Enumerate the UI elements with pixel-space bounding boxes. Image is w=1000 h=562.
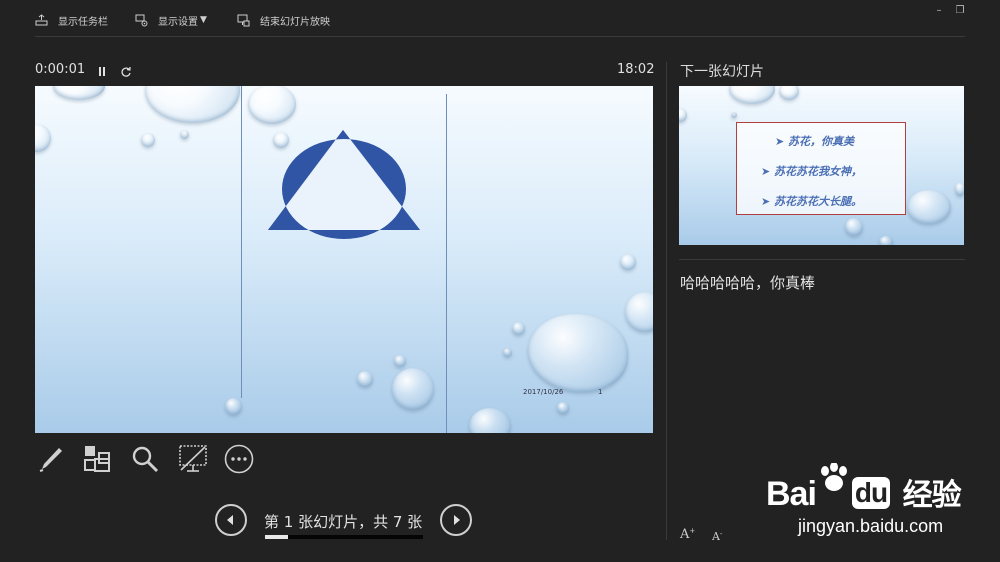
slide-counter: 第 1 张幻灯片，共 7 张 [264, 513, 423, 531]
notes-divider [679, 259, 965, 260]
chevron-left-icon [227, 515, 233, 525]
show-taskbar-button[interactable]: 显示任务栏 [35, 11, 108, 29]
watermark-logo: Bai du 经验 [766, 463, 962, 514]
water-drop [879, 236, 893, 245]
elapsed-time: 0:00:01 [35, 62, 86, 77]
water-drop [679, 108, 687, 122]
water-drop [512, 322, 525, 335]
show-taskbar-label: 显示任务栏 [58, 16, 108, 28]
font-decrease-icon: A [712, 530, 720, 543]
water-drop [248, 86, 296, 124]
water-drop [779, 86, 799, 100]
next-slide-textbox: ➤ 苏花，你真美 ➤ 苏花苏花我女神， ➤ 苏花苏花大长腿。 [736, 122, 906, 215]
magnifier-icon [132, 446, 159, 473]
slides-grid-icon [84, 446, 110, 472]
water-drop [392, 368, 434, 410]
water-drop [273, 132, 289, 148]
minimize-button[interactable]: – [932, 4, 946, 16]
screen-off-icon [179, 445, 207, 472]
next-slide-label: 下一张幻灯片 [680, 64, 764, 80]
water-drop [180, 130, 189, 139]
refresh-icon [121, 66, 131, 77]
taskbar-icon [35, 14, 48, 26]
pause-icon [99, 67, 105, 76]
water-drop [729, 86, 775, 104]
slide-progress-fill [265, 535, 288, 539]
slide-divider [446, 94, 447, 433]
chevron-down-icon: ▼ [200, 15, 207, 25]
next-slide-line: ➤ 苏花，你真美 [775, 135, 855, 148]
water-drop [357, 371, 373, 387]
toolbar-divider [35, 36, 965, 37]
restore-button[interactable]: ❐ [953, 4, 967, 16]
end-slideshow-label: 结束幻灯片放映 [260, 16, 330, 28]
water-drop [469, 408, 511, 433]
ellipsis-icon [224, 444, 254, 474]
water-drop [225, 398, 242, 415]
end-slideshow-button[interactable]: 结束幻灯片放映 [237, 11, 330, 29]
pen-icon [39, 448, 62, 472]
increase-font-button[interactable]: A+ [680, 527, 695, 542]
next-slide-line: ➤ 苏花苏花我女神， [761, 165, 863, 178]
water-drop [625, 292, 653, 332]
clock: 18:02 [617, 62, 655, 77]
monitor-settings-icon [135, 14, 148, 26]
font-increase-icon: A [680, 527, 690, 542]
water-drop [731, 112, 737, 118]
plus-icon: + [689, 527, 696, 535]
pen-tool-button[interactable] [34, 442, 68, 476]
display-settings-label: 显示设置 [158, 16, 198, 28]
water-drop [955, 182, 964, 196]
more-options-button[interactable] [222, 442, 256, 476]
watermark-url: jingyan.baidu.com [798, 516, 944, 536]
decrease-font-button[interactable]: A- [712, 530, 722, 543]
slide-divider [241, 86, 242, 398]
water-drop [53, 86, 105, 100]
water-drop [394, 355, 406, 367]
slide-date: 2017/10/26 [523, 388, 564, 396]
speaker-notes: 哈哈哈哈哈，你真棒 [680, 274, 816, 292]
see-all-slides-button[interactable] [80, 442, 114, 476]
minimize-icon: – [936, 4, 942, 16]
water-drop [503, 348, 512, 357]
water-drop [620, 254, 636, 270]
water-drop [528, 314, 628, 392]
display-settings-button[interactable]: 显示设置 ▼ [135, 11, 207, 29]
reset-timer-button[interactable] [120, 63, 134, 77]
water-drop [145, 86, 240, 123]
paw-icon [817, 463, 851, 509]
black-screen-button[interactable] [176, 442, 210, 476]
minus-icon: - [719, 530, 723, 538]
water-drop [907, 190, 951, 224]
next-slide-line: ➤ 苏花苏花大长腿。 [761, 195, 863, 208]
slide-progress [265, 535, 423, 539]
slide-number: 1 [598, 388, 603, 396]
end-show-icon [237, 14, 250, 26]
previous-slide-button[interactable] [215, 504, 247, 536]
current-slide[interactable]: 2017/10/26 1 [35, 86, 653, 433]
next-slide-button[interactable] [440, 504, 472, 536]
pane-divider [666, 62, 667, 540]
pause-button[interactable] [97, 63, 109, 77]
water-drop [35, 124, 51, 152]
chevron-right-icon [454, 515, 460, 525]
water-drop [845, 218, 863, 236]
zoom-button[interactable] [128, 442, 162, 476]
restore-icon: ❐ [955, 4, 965, 16]
water-drop [141, 133, 155, 147]
circle-triangle-shape [268, 130, 420, 239]
water-drop [557, 402, 569, 414]
